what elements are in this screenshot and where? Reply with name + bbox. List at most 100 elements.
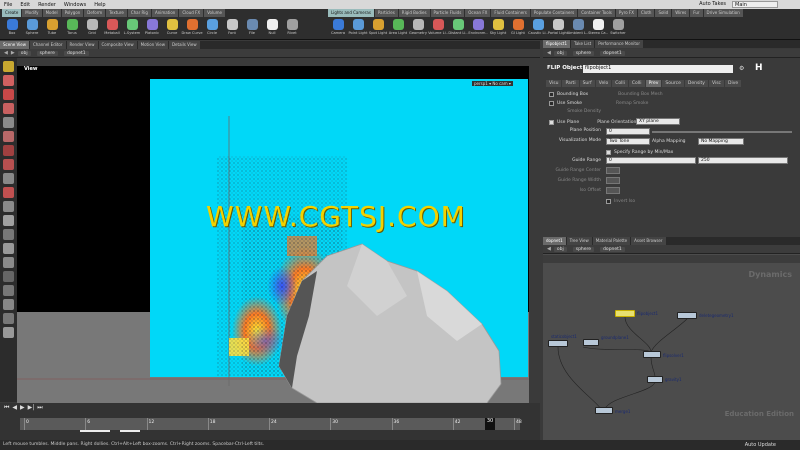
light-tool-icon[interactable] bbox=[3, 173, 14, 184]
guide-range-center-field[interactable] bbox=[606, 167, 620, 174]
camera-tool-icon[interactable] bbox=[3, 159, 14, 170]
alpha-mapping-select[interactable]: No Mapping bbox=[698, 138, 744, 145]
end-icon[interactable]: ⏭ bbox=[37, 404, 42, 412]
shelf-tab-modify[interactable]: Modify bbox=[22, 9, 42, 17]
guide-range-width-field[interactable] bbox=[606, 177, 620, 184]
guide-range-max-field[interactable]: 250 bbox=[698, 157, 788, 164]
desktop-select[interactable]: Main bbox=[732, 1, 778, 8]
pose-tool-icon[interactable] bbox=[3, 117, 14, 128]
play-icon[interactable]: ▶ bbox=[20, 404, 25, 412]
tab-render-view[interactable]: Render View bbox=[66, 41, 98, 49]
tab-take-list[interactable]: Take List bbox=[571, 40, 595, 48]
shelf-tab-container-tools[interactable]: Container Tools bbox=[578, 9, 615, 17]
tool-tube[interactable]: Tube bbox=[42, 18, 62, 40]
playhead[interactable]: 30 bbox=[485, 418, 495, 430]
frame-tool-icon[interactable] bbox=[3, 299, 14, 310]
tool-grid[interactable]: Grid bbox=[82, 18, 102, 40]
node-flipobject1[interactable] bbox=[615, 310, 635, 317]
display-tool-icon[interactable] bbox=[3, 215, 14, 226]
shelf-tab-animation[interactable]: Animation bbox=[151, 9, 179, 17]
shelf-tab-rigid-bodies[interactable]: Rigid Bodies bbox=[398, 9, 430, 17]
vis-mode-select[interactable]: Two Tone bbox=[606, 138, 650, 145]
scale-tool-icon[interactable] bbox=[3, 103, 14, 114]
node-flipsolver1[interactable] bbox=[643, 351, 661, 358]
shelf-tab-volume[interactable]: Volume bbox=[204, 9, 225, 17]
wire-tool-icon[interactable] bbox=[3, 229, 14, 240]
breadcrumb-obj[interactable]: obj bbox=[553, 50, 567, 56]
shelf-tab-drive-simulation[interactable]: Drive Simulation bbox=[703, 9, 743, 17]
node-staticobject1[interactable] bbox=[548, 340, 568, 347]
subtab-parti[interactable]: Parti bbox=[562, 80, 579, 87]
auto-update-toggle[interactable]: Auto Update bbox=[745, 440, 776, 450]
tool-font[interactable]: Font bbox=[222, 18, 242, 40]
node-merge1[interactable] bbox=[595, 407, 613, 414]
tool-volume-li[interactable]: Volume Li.. bbox=[428, 18, 448, 40]
breadcrumb-sphere[interactable]: sphere bbox=[572, 50, 595, 56]
breadcrumb-sphere[interactable]: sphere bbox=[36, 50, 58, 56]
tool-gi-light[interactable]: GI Light bbox=[508, 18, 528, 40]
tab-scene-view[interactable]: Scene View bbox=[0, 41, 29, 49]
shelf-tab-fluid-containers[interactable]: Fluid Containers bbox=[491, 9, 530, 17]
shelf-tab-cloud-fx[interactable]: Cloud FX bbox=[179, 9, 204, 17]
shelf-tab-wires[interactable]: Wires bbox=[672, 9, 690, 17]
shelf-tab-pyro-fx[interactable]: Pyro FX bbox=[615, 9, 637, 17]
tool-null[interactable]: Null bbox=[262, 18, 282, 40]
tool-rivet[interactable]: Rivet bbox=[282, 18, 302, 40]
shelf-tab-ocean-fx[interactable]: Ocean FX bbox=[465, 9, 491, 17]
grid-tool-icon[interactable] bbox=[3, 271, 14, 282]
tool-ambient-l[interactable]: Ambient L.. bbox=[568, 18, 588, 40]
shelf-tab-char-rig[interactable]: Char Rig bbox=[127, 9, 151, 17]
select-tool-icon[interactable] bbox=[3, 61, 14, 72]
tool-metaball[interactable]: Metaball bbox=[102, 18, 122, 40]
shelf-tab-create[interactable]: Create bbox=[2, 9, 22, 17]
shelf-tab-lights-and-cameras[interactable]: Lights and Cameras bbox=[328, 9, 374, 17]
render-tool-icon[interactable] bbox=[3, 187, 14, 198]
tool-file[interactable]: File bbox=[242, 18, 262, 40]
tool-spot-light[interactable]: Spot Light bbox=[368, 18, 388, 40]
back-icon[interactable]: ◀ bbox=[547, 50, 551, 56]
shelf-tab-cloth[interactable]: Cloth bbox=[637, 9, 655, 17]
move-tool-icon[interactable] bbox=[3, 75, 14, 86]
subtab-density[interactable]: Density bbox=[684, 80, 708, 87]
menu-render[interactable]: Render bbox=[38, 2, 56, 8]
shelf-tab-model[interactable]: Model bbox=[42, 9, 61, 17]
auto-takes-toggle[interactable]: Auto Takes bbox=[699, 1, 726, 7]
tool-sphere[interactable]: Sphere bbox=[22, 18, 42, 40]
persp-tool-icon[interactable] bbox=[3, 285, 14, 296]
tool-point-light[interactable]: Point Light bbox=[348, 18, 368, 40]
menu-edit[interactable]: Edit bbox=[20, 2, 30, 8]
rewind-icon[interactable]: ⏮ bbox=[4, 404, 9, 412]
tool-distant-li[interactable]: Distant Li.. bbox=[448, 18, 468, 40]
subtab-colli[interactable]: Colli bbox=[612, 80, 628, 87]
step-back-icon[interactable]: ◀ bbox=[12, 404, 17, 412]
gear-icon[interactable]: ⚙ bbox=[739, 65, 744, 72]
tool-caustic-li[interactable]: Caustic Li.. bbox=[528, 18, 548, 40]
use-smoke-checkbox[interactable] bbox=[549, 100, 554, 106]
guide-range-min-field[interactable]: 0 bbox=[606, 157, 696, 164]
breadcrumb-dopnet1[interactable]: dopnet1 bbox=[63, 50, 89, 56]
tab-performance-monitor[interactable]: Performance Monitor bbox=[595, 40, 644, 48]
subtab-dive[interactable]: Dive bbox=[725, 80, 742, 87]
tool-sky-light[interactable]: Sky Light bbox=[488, 18, 508, 40]
shelf-tab-particle-fluids[interactable]: Particle Fluids bbox=[430, 9, 465, 17]
node-deletegeometry1[interactable] bbox=[677, 312, 697, 319]
tool-area-light[interactable]: Area Light bbox=[388, 18, 408, 40]
tool-curve[interactable]: Curve bbox=[162, 18, 182, 40]
menu-help[interactable]: Help bbox=[94, 2, 105, 8]
tab-channel-editor[interactable]: Channel Editor bbox=[29, 41, 66, 49]
iso-offset-field[interactable] bbox=[606, 187, 620, 194]
help-icon[interactable]: H bbox=[755, 63, 763, 73]
node-gravity1[interactable] bbox=[647, 376, 663, 383]
tool-circle[interactable]: Circle bbox=[202, 18, 222, 40]
view-tool-icon[interactable] bbox=[3, 145, 14, 156]
subtab-visc[interactable]: Visc bbox=[708, 80, 725, 87]
tool-l-system[interactable]: L-System bbox=[122, 18, 142, 40]
ghost-tool-icon[interactable] bbox=[3, 257, 14, 268]
tab-details-view[interactable]: Details View bbox=[168, 41, 200, 49]
tool-draw-curve[interactable]: Draw Curve bbox=[181, 18, 203, 40]
plane-position-slider[interactable] bbox=[652, 131, 792, 133]
back-icon[interactable]: ◀ bbox=[4, 50, 8, 56]
rotate-tool-icon[interactable] bbox=[3, 89, 14, 100]
shelf-tab-texture[interactable]: Texture bbox=[106, 9, 127, 17]
tool-environm[interactable]: Environm.. bbox=[468, 18, 488, 40]
